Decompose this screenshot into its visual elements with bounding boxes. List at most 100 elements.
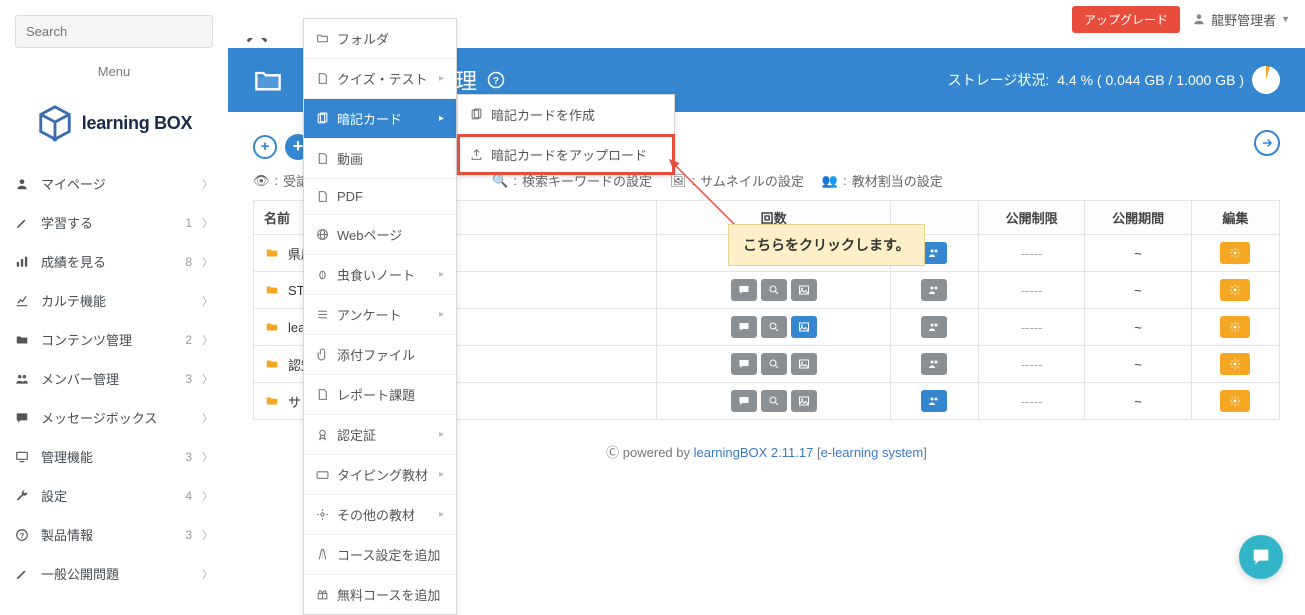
logo-text: learning BOX [82,113,192,134]
sidebar-item-7[interactable]: 管理機能 3 〉 [0,437,228,476]
chevron-right-icon: 〉 [202,566,213,582]
menu-item-レポート課題[interactable]: レポート課題 [304,375,456,415]
footer-link-version[interactable]: learningBOX 2.11.17 [694,445,814,460]
group-button[interactable] [921,353,947,375]
keyboard-icon [316,468,329,481]
add-outline-button[interactable]: + [253,135,277,159]
sidebar: Menu learning BOX マイページ 〉 学習する 1 〉 成績を見る… [0,0,228,599]
limit-value: ----- [1021,246,1043,261]
sidebar-item-badge: 1 [185,216,192,230]
menu-item-クイズ・テスト[interactable]: クイズ・テスト ▸ [304,59,456,99]
menu-item-虫食いノート[interactable]: 虫食いノート ▸ [304,255,456,295]
menu-item-アンケート[interactable]: アンケート ▸ [304,295,456,335]
image-button[interactable] [791,353,817,375]
user-icon [15,177,31,191]
file-icon [316,190,329,203]
search-input[interactable] [15,15,213,48]
zoom-button[interactable] [761,279,787,301]
folder-open-icon [253,66,283,94]
menu-item-タイピング教材[interactable]: タイピング教材 ▸ [304,455,456,495]
file-icon [316,152,329,165]
group-button[interactable] [921,390,947,412]
sidebar-item-6[interactable]: メッセージボックス 〉 [0,398,228,437]
chevron-right-icon: ▸ [439,113,444,124]
menu-item-添付ファイル[interactable]: 添付ファイル [304,335,456,375]
group-button[interactable] [921,242,947,264]
pencil-icon [15,567,31,581]
submenu-item-label: 暗記カードをアップロード [491,145,647,164]
period-value: ~ [1134,357,1142,372]
filter-assignment[interactable]: 👥 : 教材割当の設定 [822,171,943,190]
menu-item-label: フォルダ [337,29,444,48]
folder-icon [264,394,280,408]
sidebar-item-0[interactable]: マイページ 〉 [0,164,228,203]
col-limit[interactable]: 公開制限 [978,201,1084,235]
menu-item-動画[interactable]: 動画 [304,139,456,179]
menu-item-PDF[interactable]: PDF [304,179,456,215]
group-button[interactable] [921,279,947,301]
menu-item-label: Webページ [337,225,444,244]
zoom-button[interactable] [761,390,787,412]
submenu-item-1[interactable]: 暗記カードをアップロード [458,135,674,174]
sidebar-item-8[interactable]: 設定 4 〉 [0,476,228,515]
image-button[interactable] [791,390,817,412]
zoom-button[interactable] [761,353,787,375]
sidebar-item-label: 管理機能 [41,447,185,466]
footer-link-system[interactable]: e-learning system [821,445,924,460]
users-icon: 👥 [822,173,838,189]
chevron-right-icon: ▸ [439,509,444,520]
chevron-right-icon: ▸ [439,73,444,84]
sidebar-item-5[interactable]: メンバー管理 3 〉 [0,359,228,398]
menu-item-Webページ[interactable]: Webページ [304,215,456,255]
edit-button[interactable] [1220,316,1250,338]
logo[interactable]: learning BOX [0,94,228,164]
menu-item-認定証[interactable]: 認定証 ▸ [304,415,456,455]
edit-button[interactable] [1220,353,1250,375]
sidebar-item-label: 学習する [41,213,185,232]
menu-item-label: 動画 [337,149,444,168]
add-content-menu: フォルダ クイズ・テスト ▸ 暗記カード ▸ 動画 PDF Webページ 虫食い… [303,18,457,615]
image-button[interactable] [791,279,817,301]
edit-button[interactable] [1220,390,1250,412]
col-edit[interactable]: 編集 [1191,201,1279,235]
edit-button[interactable] [1220,279,1250,301]
edit-button[interactable] [1220,242,1250,264]
user-menu[interactable]: 龍野管理者 ▼ [1192,10,1290,29]
sidebar-item-3[interactable]: カルテ機能 〉 [0,281,228,320]
sidebar-item-badge: 3 [185,450,192,464]
filter-thumbnail[interactable]: 🖼 : サムネイルの設定 [670,171,804,190]
menu-item-無料コースを追加[interactable]: 無料コースを追加 [304,575,456,614]
annotation-callout: こちらをクリックします。 [728,224,925,266]
upgrade-button[interactable]: アップグレード [1072,6,1180,33]
submenu-item-0[interactable]: 暗記カードを作成 [458,95,674,135]
sidebar-item-9[interactable]: ? 製品情報 3 〉 [0,515,228,554]
sidebar-item-4[interactable]: コンテンツ管理 2 〉 [0,320,228,359]
cards-icon [470,108,483,121]
comment-button[interactable] [731,316,757,338]
menu-item-その他の教材[interactable]: その他の教材 ▸ [304,495,456,535]
help-icon[interactable]: ? [487,71,505,89]
image-button[interactable] [791,316,817,338]
sidebar-item-label: 設定 [41,486,185,505]
sidebar-item-10[interactable]: 一般公開問題 〉 [0,554,228,593]
col-period[interactable]: 公開期間 [1085,201,1191,235]
comment-button[interactable] [731,390,757,412]
sidebar-item-label: 製品情報 [41,525,185,544]
caret-down-icon: ▼ [1281,14,1290,24]
menu-item-label: タイピング教材 [337,465,439,484]
sidebar-item-1[interactable]: 学習する 1 〉 [0,203,228,242]
menu-item-フォルダ[interactable]: フォルダ [304,19,456,59]
chevron-right-icon: ▸ [439,269,444,280]
zoom-button[interactable] [761,316,787,338]
arrow-right-button[interactable] [1254,130,1280,156]
menu-item-label: その他の教材 [337,505,439,524]
menu-item-コース設定を追加[interactable]: コース設定を追加 [304,535,456,575]
comment-button[interactable] [731,279,757,301]
menu-item-暗記カード[interactable]: 暗記カード ▸ [304,99,456,139]
sidebar-item-2[interactable]: 成績を見る 8 〉 [0,242,228,281]
pencil-icon [15,216,31,230]
filter-enrollment[interactable]: 👁 : 受講 [253,171,309,190]
comment-button[interactable] [731,353,757,375]
chat-button[interactable] [1239,535,1283,579]
group-button[interactable] [921,316,947,338]
